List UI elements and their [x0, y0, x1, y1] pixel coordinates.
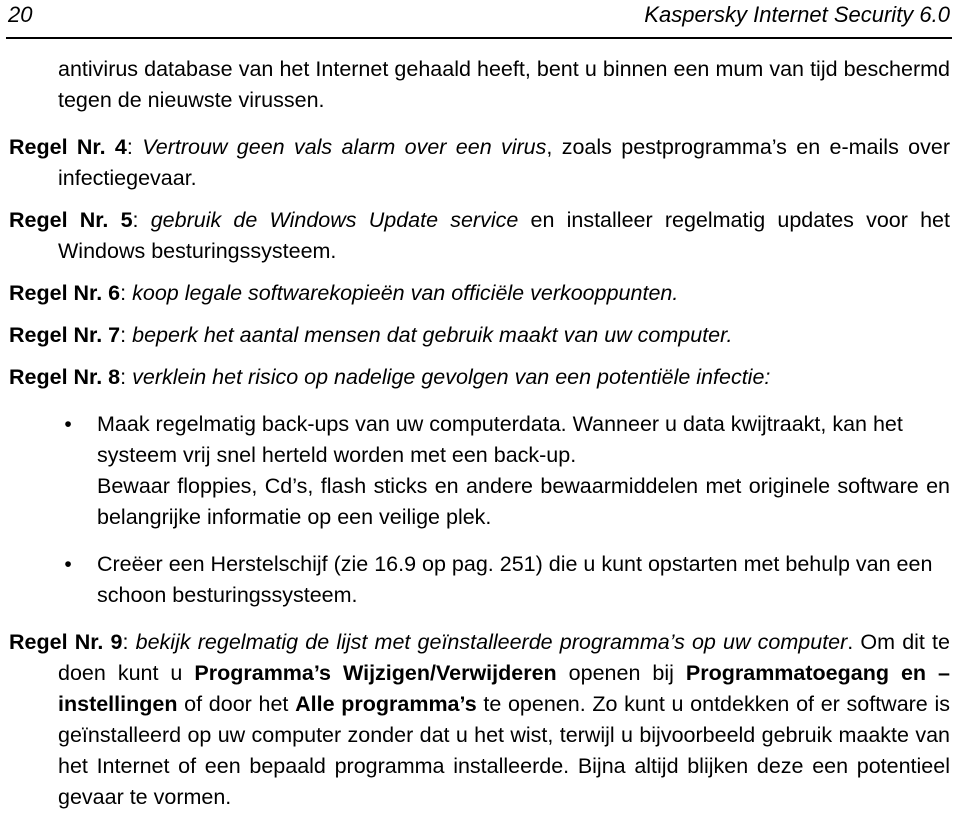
header-divider: [6, 37, 952, 39]
intro-paragraph: antivirus database van het Internet geha…: [58, 57, 950, 112]
rule-colon-6: :: [120, 281, 127, 305]
rule-paragraph-7: Regel Nr. 7: beperk het aantal mensen da…: [9, 320, 950, 351]
recommendation-list: • Maak regelmatig back-ups van uw comput…: [9, 409, 950, 611]
page-header: 20 Kaspersky Internet Security 6.0: [8, 0, 950, 40]
rule-italic-7: beperk het aantal mensen dat gebruik maa…: [132, 323, 733, 347]
rule-paragraph-6: Regel Nr. 6: koop legale softwarekopieën…: [9, 278, 950, 309]
rule9-plain-2: openen bij: [556, 661, 686, 685]
rule-label-4: Regel Nr. 4: [9, 135, 127, 159]
rule-label-5: Regel Nr. 5: [9, 208, 133, 232]
list-item-text: Maak regelmatig back-ups van uw computer…: [97, 412, 903, 467]
rule-colon-9: :: [122, 630, 129, 654]
list-item: • Maak regelmatig back-ups van uw comput…: [64, 409, 950, 471]
bullet-icon: •: [64, 413, 72, 436]
document-page: 20 Kaspersky Internet Security 6.0 antiv…: [0, 0, 959, 836]
rule-paragraph-9: Regel Nr. 9: bekijk regelmatig de lijst …: [9, 627, 950, 813]
rule-label-6: Regel Nr. 6: [9, 281, 121, 305]
rule-colon-7: :: [120, 323, 127, 347]
rule-italic-8: verklein het risico op nadelige gevolgen…: [132, 365, 771, 389]
page-number: 20: [8, 2, 33, 27]
rule-label-7: Regel Nr. 7: [9, 323, 121, 347]
rule9-bold-3: Alle programma’s: [295, 692, 477, 716]
rule-italic-6: koop legale softwarekopieën van officiël…: [132, 281, 679, 305]
rule-paragraph-8: Regel Nr. 8: verklein het risico op nade…: [9, 362, 950, 393]
rule-label-9: Regel Nr. 9: [9, 630, 123, 654]
rule-colon-5: :: [132, 208, 139, 232]
rule-paragraph-4: Regel Nr. 4: Vertrouw geen vals alarm ov…: [9, 132, 950, 194]
rule-colon-8: :: [120, 365, 127, 389]
document-title: Kaspersky Internet Security 6.0: [644, 2, 950, 27]
list-item: • Creëer een Herstelschijf (zie 16.9 op …: [64, 549, 950, 611]
rule-paragraph-5: Regel Nr. 5: gebruik de Windows Update s…: [9, 205, 950, 267]
bullet-icon: •: [64, 553, 72, 576]
rule-label-8: Regel Nr. 8: [9, 365, 121, 389]
rule-italic-4: Vertrouw geen vals alarm over een virus: [142, 135, 547, 159]
rule9-italic-1: bekijk regelmatig de lijst met geïnstall…: [135, 630, 848, 654]
list-item-text: Creëer een Herstelschijf (zie 16.9 op pa…: [97, 552, 933, 607]
document-body: antivirus database van het Internet geha…: [9, 54, 950, 813]
rule9-bold-1: Programma’s Wijzigen/Verwijderen: [194, 661, 557, 685]
rule-italic-5: gebruik de Windows Update service: [150, 208, 519, 232]
list-item-continuation: Bewaar floppies, Cd’s, flash sticks en a…: [97, 474, 950, 529]
rule-colon-4: :: [126, 135, 133, 159]
rule9-plain-3: of door het: [177, 692, 296, 716]
